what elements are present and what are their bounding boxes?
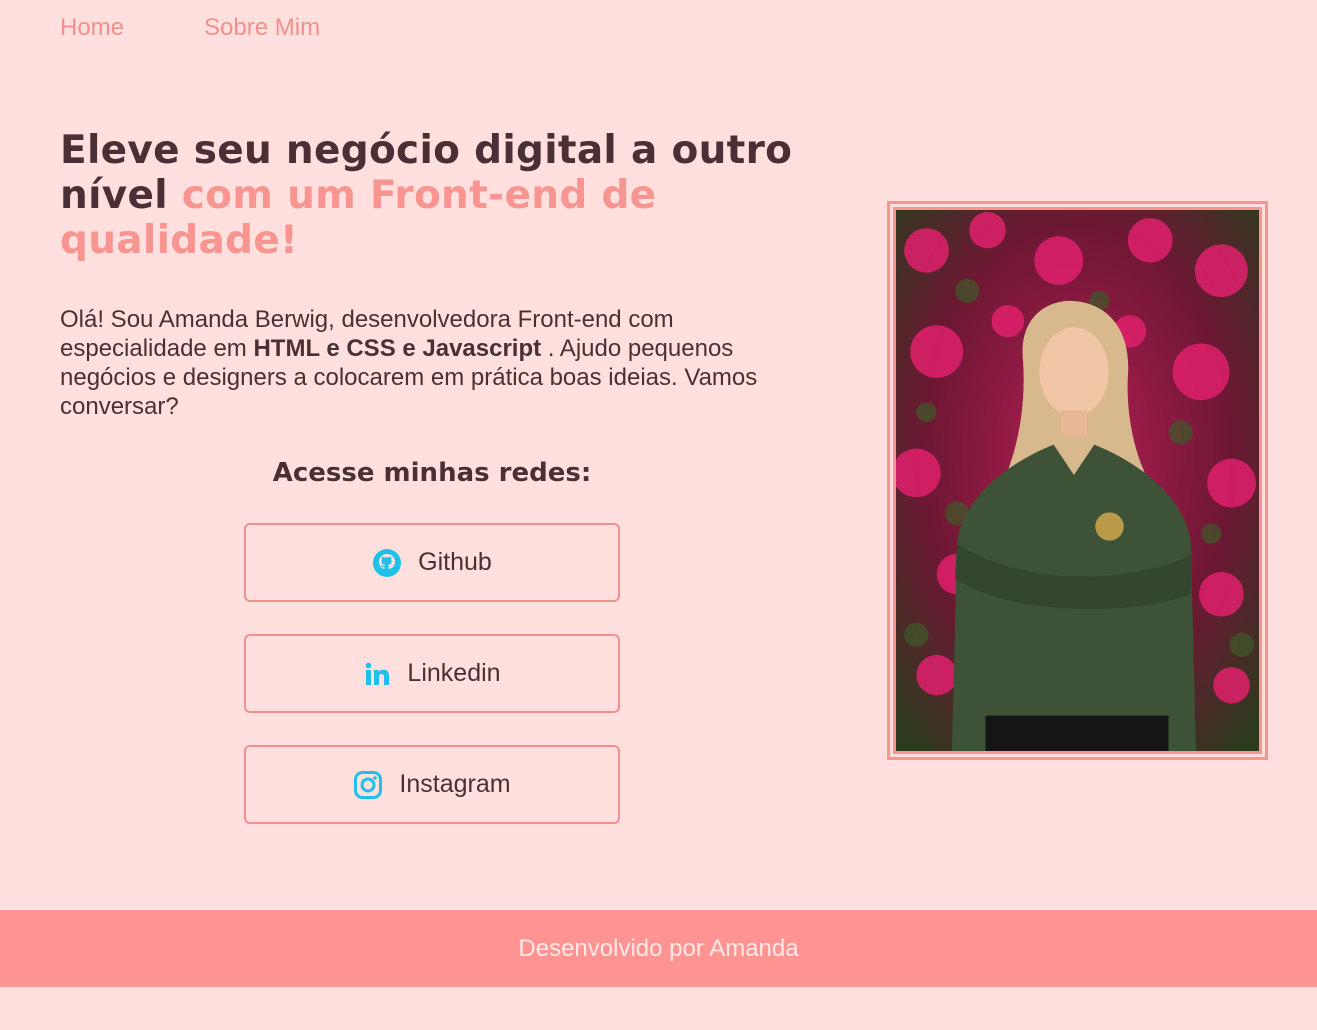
instagram-label: Instagram	[399, 770, 511, 798]
linkedin-button[interactable]: Linkedin	[244, 634, 620, 713]
nav-home-link[interactable]: Home	[60, 14, 124, 42]
networks-title: Acesse minhas redes:	[272, 458, 592, 488]
github-icon	[372, 548, 402, 578]
profile-photo	[893, 207, 1262, 754]
intro-paragraph: Olá! Sou Amanda Berwig, desenvolvedora F…	[60, 305, 820, 421]
github-button[interactable]: Github	[244, 523, 620, 602]
top-nav: Home Sobre Mim	[60, 14, 320, 42]
linkedin-icon	[363, 660, 391, 688]
footer-text: Desenvolvido por Amanda	[518, 934, 799, 962]
github-label: Github	[418, 548, 492, 576]
hero-headline: Eleve seu negócio digital a outro nível …	[60, 128, 820, 263]
profile-photo-frame	[887, 201, 1268, 760]
nav-about-link[interactable]: Sobre Mim	[204, 14, 320, 42]
footer: Desenvolvido por Amanda	[0, 910, 1317, 987]
instagram-icon	[353, 770, 383, 800]
instagram-button[interactable]: Instagram	[244, 745, 620, 824]
linkedin-label: Linkedin	[407, 659, 501, 687]
intro-skills: HTML e CSS e Javascript	[253, 335, 542, 362]
